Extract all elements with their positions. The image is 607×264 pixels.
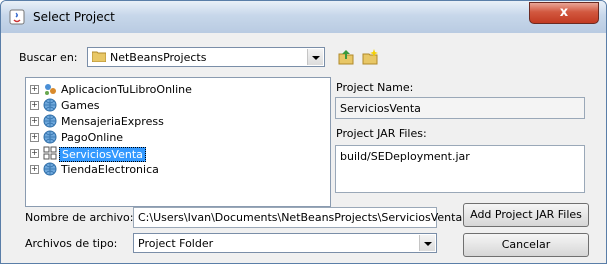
chevron-down-icon[interactable]	[419, 235, 435, 251]
project-modules-icon	[43, 146, 57, 160]
new-folder-icon[interactable]	[361, 48, 379, 66]
project-name-value: ServiciosVenta	[340, 102, 421, 115]
expand-icon[interactable]: +	[30, 117, 39, 126]
project-tree[interactable]: + AplicacionTuLibroOnline + Games + Mens…	[25, 77, 331, 207]
look-in-value: NetBeansProjects	[110, 51, 207, 64]
window-title: Select Project	[33, 10, 115, 24]
file-type-value: Project Folder	[138, 237, 214, 250]
tree-item-label: PagoOnline	[61, 131, 124, 144]
tree-item-label: TiendaElectronica	[61, 163, 159, 176]
close-button[interactable]: x	[529, 2, 599, 24]
java-app-icon	[9, 9, 25, 25]
project-jar-file-item: build/SEDeployment.jar	[340, 150, 470, 163]
look-in-label: Buscar en:	[19, 51, 78, 64]
expand-icon[interactable]: +	[30, 165, 39, 174]
project-name-field[interactable]: ServiciosVenta	[335, 97, 585, 119]
globe-icon	[43, 114, 57, 128]
up-folder-icon[interactable]	[337, 48, 355, 66]
project-jar-files-label: Project JAR Files:	[336, 127, 427, 140]
chevron-down-icon[interactable]	[307, 49, 323, 65]
expand-icon[interactable]: +	[30, 101, 39, 110]
project-name-label: Project Name:	[336, 81, 414, 94]
globe-icon	[43, 98, 57, 112]
file-type-combo[interactable]: Project Folder	[133, 233, 437, 253]
cancel-button[interactable]: Cancelar	[463, 233, 589, 257]
expand-icon[interactable]: +	[30, 85, 39, 94]
look-in-combo[interactable]: NetBeansProjects	[87, 47, 325, 67]
tree-item-label: MensajeriaExpress	[61, 115, 164, 128]
project-bean-icon	[45, 84, 56, 95]
tree-item-label: ServiciosVenta	[59, 147, 146, 162]
file-name-input[interactable]: C:\Users\Ivan\Documents\NetBeansProjects…	[133, 207, 462, 228]
expand-icon[interactable]: +	[30, 149, 39, 158]
dialog-body: Buscar en: NetBeansProjects + Aplicacion…	[9, 33, 598, 263]
tree-item-label: AplicacionTuLibroOnline	[61, 83, 192, 96]
globe-icon	[43, 162, 57, 176]
add-project-jar-files-button[interactable]: Add Project JAR Files	[463, 203, 589, 227]
folder-icon	[92, 51, 106, 62]
file-type-label: Archivos de tipo:	[25, 237, 118, 250]
file-name-value: C:\Users\Ivan\Documents\NetBeansProjects…	[138, 211, 463, 224]
file-name-label: Nombre de archivo:	[25, 211, 134, 224]
globe-icon	[43, 130, 57, 144]
expand-icon[interactable]: +	[30, 133, 39, 142]
tree-item-label: Games	[61, 99, 100, 112]
close-icon: x	[559, 5, 569, 20]
title-bar[interactable]: Select Project x	[1, 1, 606, 33]
project-jar-files-list[interactable]: build/SEDeployment.jar	[335, 145, 585, 193]
select-project-dialog: Select Project x Buscar en: NetBeansProj…	[0, 0, 607, 264]
